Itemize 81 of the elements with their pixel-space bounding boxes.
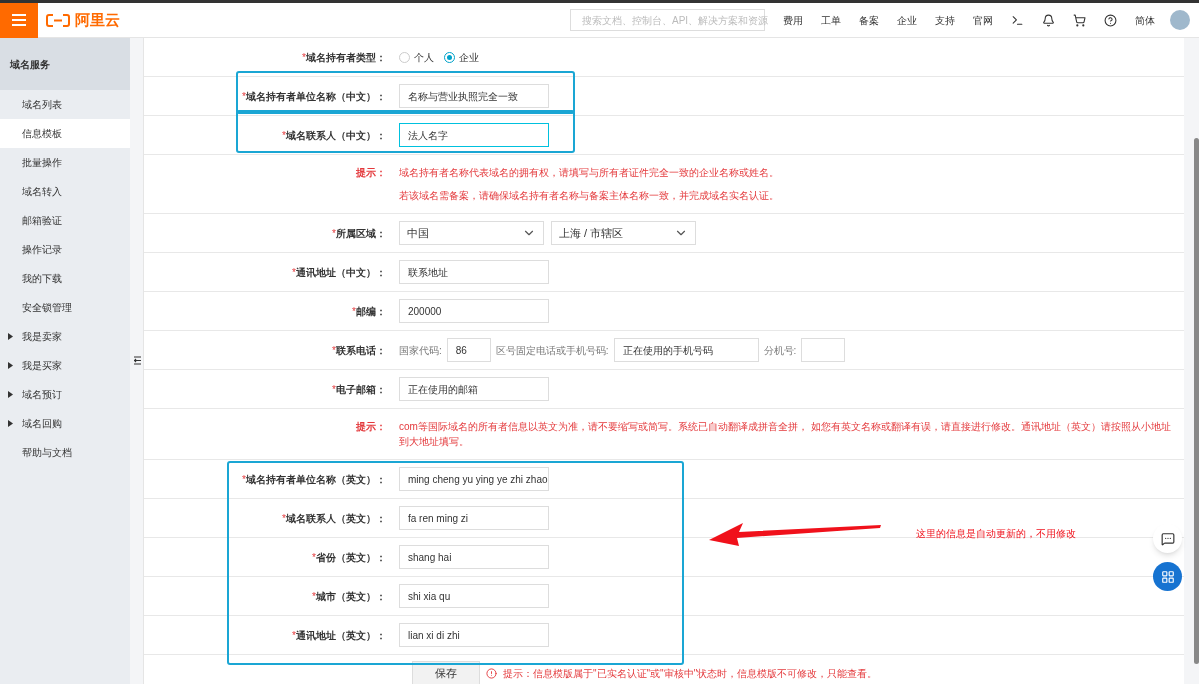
sidebar-item[interactable]: 域名回购 <box>0 409 130 438</box>
tip-text: com等国际域名的所有者信息以英文为准，请不要缩写或简写。系统已自动翻译成拼音全拼， 如您有英文名称或翻译有误，请直接进行修改。通讯地址（英文）请按照从小地址到大地址填写。 <box>399 420 1172 449</box>
field-label: *所属区域： <box>332 226 386 241</box>
caret-right-icon <box>8 391 14 398</box>
annotation-text: 这里的信息是自动更新的，不用修改 <box>916 526 1076 541</box>
field-label: *域名联系人（中文）： <box>282 128 386 143</box>
nav-link[interactable]: 支持 <box>935 12 955 28</box>
nav-link[interactable]: 费用 <box>783 12 803 28</box>
help-icon[interactable] <box>1104 13 1117 27</box>
input-field[interactable]: 联系地址 <box>399 260 549 284</box>
sidebar-item[interactable]: 我是买家 <box>0 351 130 380</box>
field-label: *城市（英文）： <box>312 589 386 604</box>
radio-option[interactable]: 企业 <box>444 49 479 65</box>
input-field[interactable]: 法人名字 <box>399 123 549 147</box>
terminal-icon[interactable] <box>1011 13 1024 27</box>
cart-icon[interactable] <box>1073 13 1086 27</box>
field-label: *域名持有者单位名称（英文）： <box>242 472 386 487</box>
sidebar-item[interactable]: 邮箱验证 <box>0 206 130 235</box>
field-label: *域名持有者单位名称（中文）： <box>242 89 386 104</box>
field-label: *通讯地址（中文）： <box>292 265 386 280</box>
sidebar-item[interactable]: 信息模板 <box>0 119 130 148</box>
brand-name: 阿里云 <box>75 9 120 30</box>
tip-label: 提示： <box>356 420 386 434</box>
sidebar-item[interactable]: 我是卖家 <box>0 322 130 351</box>
apps-button[interactable] <box>1153 562 1182 591</box>
sidebar-item[interactable]: 域名列表 <box>0 90 130 119</box>
input-field[interactable] <box>801 338 846 362</box>
bell-icon[interactable] <box>1042 13 1055 27</box>
input-field[interactable]: 86 <box>446 338 491 362</box>
nav-link[interactable]: 官网 <box>973 12 993 28</box>
sidebar-item[interactable]: 批量操作 <box>0 148 130 177</box>
menu-icon <box>12 14 26 26</box>
input-field[interactable]: 名称与营业执照完全一致 <box>399 84 549 108</box>
caret-right-icon <box>8 362 14 369</box>
logo-icon <box>46 13 70 27</box>
tip-text: 若该域名需备案，请确保域名持有者名称与备案主体名称一致，并完成域名实名认证。 <box>399 189 780 203</box>
nav-link[interactable]: 企业 <box>897 12 917 28</box>
input-field[interactable]: 正在使用的手机号码 <box>613 338 759 362</box>
tip-label: 提示： <box>356 166 386 180</box>
input-field[interactable]: 200000 <box>399 299 549 323</box>
language-link[interactable]: 简体 <box>1135 12 1155 28</box>
input-field[interactable]: shi xia qu <box>399 584 549 608</box>
sidebar-item[interactable]: 操作记录 <box>0 235 130 264</box>
grid-icon <box>1160 569 1175 584</box>
sidebar-item[interactable]: 帮助与文档 <box>0 438 130 467</box>
chat-button[interactable] <box>1153 524 1182 553</box>
tip-text: 域名持有者名称代表域名的拥有权，请填写与所有者证件完全一致的企业名称或姓名。 <box>399 166 780 180</box>
nav-link[interactable]: 工单 <box>821 12 841 28</box>
input-field[interactable]: shang hai <box>399 545 549 569</box>
select-field[interactable]: 上海 / 市辖区 <box>551 221 696 245</box>
input-field[interactable]: ming cheng yu ying ye zhi zhao <box>399 467 549 491</box>
chat-icon <box>1160 531 1175 546</box>
arrow-icon <box>709 520 881 546</box>
input-field[interactable]: lian xi di zhi <box>399 623 549 647</box>
field-label: *联系电话： <box>332 343 386 358</box>
sidebar-item[interactable]: 域名转入 <box>0 177 130 206</box>
nav-link[interactable]: 备案 <box>859 12 879 28</box>
sidebar-item[interactable]: 我的下载 <box>0 264 130 293</box>
field-label: *通讯地址（英文）： <box>292 628 386 643</box>
field-label: *省份（英文）： <box>312 550 386 565</box>
field-caption: 国家代码: <box>399 343 442 358</box>
caret-right-icon <box>8 420 14 427</box>
field-caption: 分机号: <box>763 343 797 358</box>
input-field[interactable]: fa ren ming zi <box>399 506 549 530</box>
caret-right-icon <box>8 333 14 340</box>
radio-option[interactable]: 个人 <box>399 49 434 65</box>
collapse-icon <box>133 355 141 365</box>
notice-text: 提示：信息模版属于"已实名认证"或"审核中"状态时，信息模版不可修改，只能查看。 <box>503 666 878 681</box>
field-label: *域名持有者类型： <box>302 50 386 65</box>
field-label: *邮编： <box>352 304 386 319</box>
field-label: *电子邮箱： <box>332 382 386 397</box>
field-caption: 区号固定电话或手机号码: <box>495 343 609 358</box>
menu-button[interactable] <box>0 3 38 38</box>
sidebar-item[interactable]: 安全锁管理 <box>0 293 130 322</box>
alert-icon <box>486 667 497 679</box>
save-button[interactable]: 保存 <box>412 661 480 684</box>
input-field[interactable]: 正在使用的邮箱 <box>399 377 549 401</box>
field-label: *域名联系人（英文）： <box>282 511 386 526</box>
sidebar-header: 域名服务 <box>0 38 130 90</box>
sidebar-item[interactable]: 域名预订 <box>0 380 130 409</box>
select-field[interactable]: 中国 <box>399 221 544 245</box>
